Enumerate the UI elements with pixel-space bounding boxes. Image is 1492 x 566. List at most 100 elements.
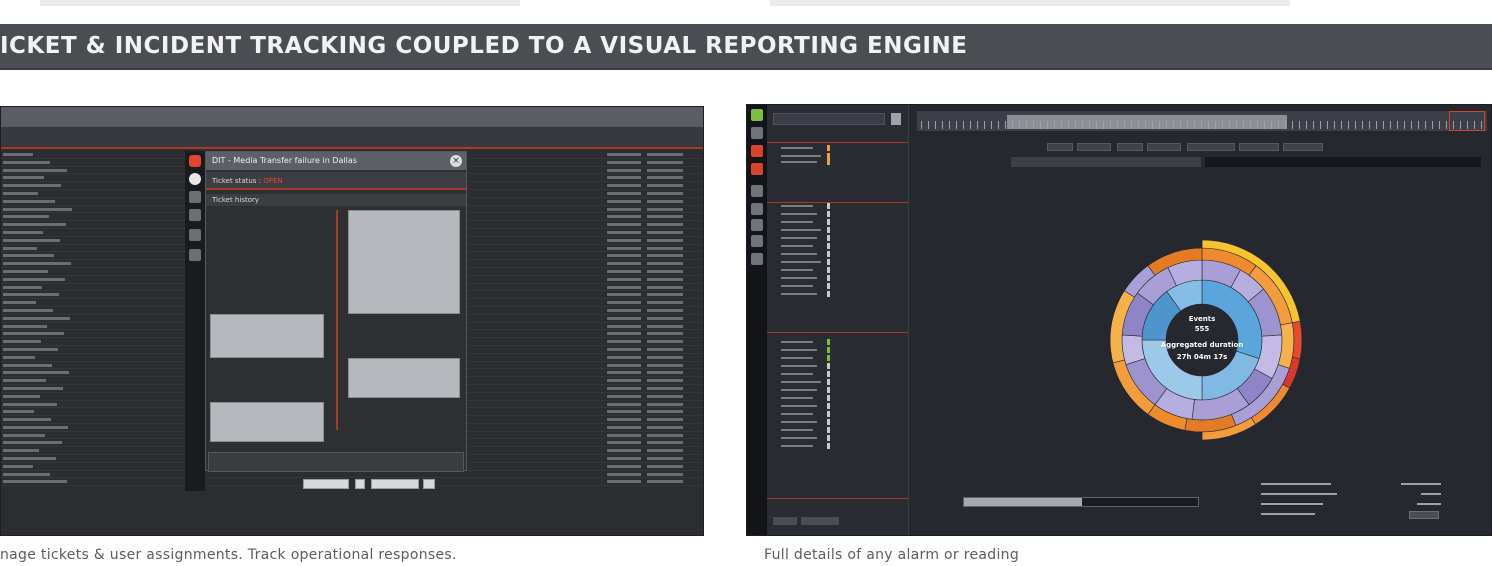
section-header: ICKET & INCIDENT TRACKING COUPLED TO A V… [0,24,1492,70]
alarm-icon[interactable] [751,145,763,157]
info-icon[interactable] [189,173,201,185]
filter-item[interactable] [781,213,817,215]
filter-item[interactable] [781,445,813,447]
filter-search-input[interactable] [773,113,885,125]
ruler-tick [1320,121,1321,129]
table-row[interactable] [1,478,703,487]
assign-icon-button[interactable] [423,479,435,489]
ruler-tick [1173,121,1174,129]
ticket-status-label: Ticket status : [212,177,262,185]
chart-icon[interactable] [751,185,763,197]
filter-item[interactable] [781,405,817,407]
ruler-tick [1236,121,1237,129]
ruler-tick [921,121,922,129]
filter-item[interactable] [781,413,813,415]
note-input[interactable] [208,452,464,472]
save-icon-button[interactable] [355,479,365,489]
filter-item[interactable] [781,429,813,431]
share-icon[interactable] [751,253,763,265]
filter-item[interactable] [781,155,821,157]
sunburst-edge-segment[interactable] [1292,320,1303,360]
save-button[interactable] [303,479,349,489]
time-selection[interactable] [1007,115,1287,129]
ruler-tick [1432,121,1433,129]
time-button[interactable] [1147,143,1181,151]
history-card [348,358,460,398]
filter-close-icon[interactable] [891,113,901,125]
filter-item[interactable] [781,237,817,239]
filter-section[interactable] [767,487,908,499]
filter-item-marker [827,283,830,289]
cloud-icon[interactable] [751,235,763,247]
filter-item[interactable] [781,285,813,287]
filter-item[interactable] [781,389,817,391]
time-button[interactable] [1117,143,1143,151]
filter-item[interactable] [781,253,817,255]
filter-item[interactable] [781,245,813,247]
filter-item[interactable] [781,261,821,263]
ruler-tick [998,121,999,129]
ticket-icon[interactable] [189,155,201,167]
filter-section[interactable] [767,321,908,333]
filter-item[interactable] [781,437,817,439]
ruler-tick [1439,121,1440,129]
ruler-tick [1222,121,1223,129]
filter-item[interactable] [781,349,817,351]
filter-item[interactable] [781,205,813,207]
filter-item[interactable] [781,229,821,231]
filter-item[interactable] [781,357,813,359]
pin-icon[interactable] [751,219,763,231]
duration-slider[interactable] [963,497,1199,507]
filter-item-marker [827,411,830,417]
ruler-tick [1110,121,1111,129]
filter-item-marker [827,419,830,425]
ruler-tick [1306,121,1307,129]
filter-item[interactable] [781,277,817,279]
tab-statistics[interactable] [1011,157,1201,167]
ruler-tick [1229,121,1230,129]
filter-item[interactable] [781,373,813,375]
filter-item[interactable] [781,421,817,423]
filter-item[interactable] [781,269,813,271]
export-button[interactable] [1409,511,1439,519]
ruler-tick [1411,121,1412,129]
ruler-tick [1292,121,1293,129]
ruler-tick [935,121,936,129]
filter-section[interactable] [767,191,908,203]
reporting-screenshot: Events 555 Aggregated duration 27h 04m 17s [746,104,1492,536]
filter-apply-button[interactable] [773,517,797,525]
time-ruler[interactable] [917,111,1487,131]
filter-item[interactable] [781,381,821,383]
tab-event-duration[interactable] [1205,157,1481,167]
filter-section[interactable] [767,131,908,143]
filter-item[interactable] [781,161,817,163]
alert-icon[interactable] [751,163,763,175]
time-button[interactable] [1239,143,1279,151]
chat-icon[interactable] [189,209,201,221]
history-card [210,402,324,442]
user-icon[interactable] [189,191,201,203]
filter-reset-button[interactable] [801,517,839,525]
filter-item[interactable] [781,365,817,367]
home-icon[interactable] [751,127,763,139]
filter-item[interactable] [781,293,817,295]
ruler-tick [1390,121,1391,129]
edit-icon[interactable] [189,249,201,261]
sunburst-chart[interactable]: Events 555 Aggregated duration 27h 04m 17s [1097,235,1307,445]
ruler-tick [1369,121,1370,129]
time-button[interactable] [1077,143,1111,151]
time-button[interactable] [1047,143,1073,151]
ruler-tick [1271,121,1272,129]
ruler-tick [949,121,950,129]
close-icon[interactable]: × [450,155,462,167]
wrench-icon[interactable] [751,203,763,215]
filter-item[interactable] [781,397,813,399]
assign-button[interactable] [371,479,419,489]
filter-item[interactable] [781,147,813,149]
time-button[interactable] [1283,143,1323,151]
filter-item[interactable] [781,341,813,343]
time-button[interactable] [1187,143,1235,151]
filter-item[interactable] [781,221,813,223]
calendar-icon[interactable] [189,229,201,241]
sunburst-center-text: 27h 04m 17s [1177,353,1228,361]
